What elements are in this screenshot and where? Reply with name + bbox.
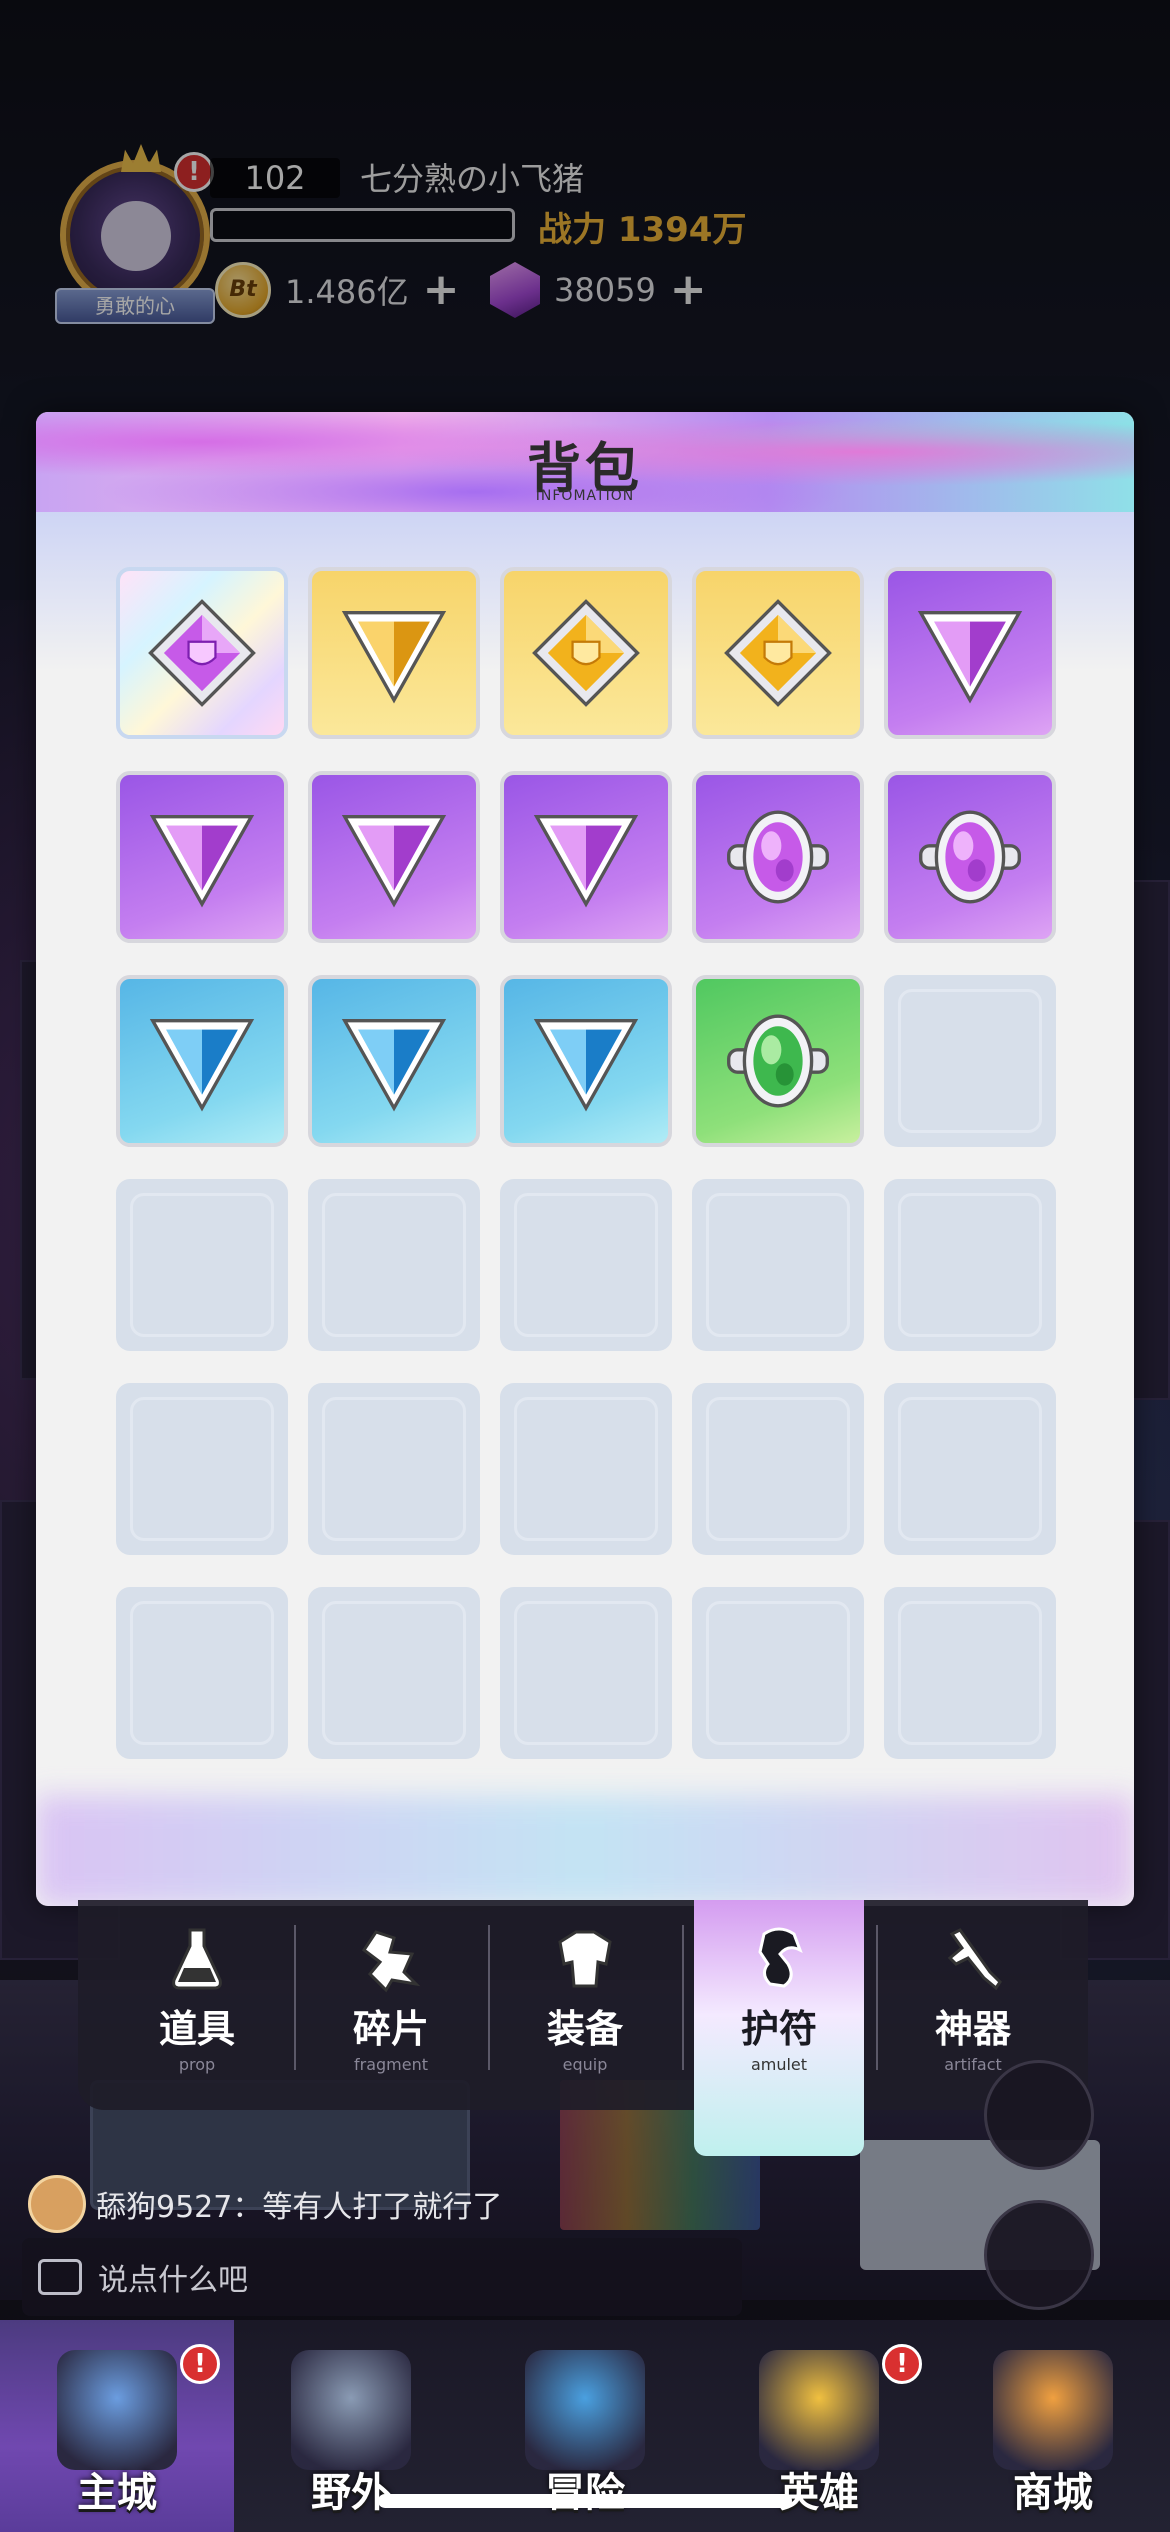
bag-slot-empty[interactable] [692,1383,864,1555]
bag-slot-empty[interactable] [500,1383,672,1555]
chat-user-avatar [28,2175,86,2233]
city-icon [57,2350,177,2470]
bag-slot-empty[interactable] [116,1383,288,1555]
bag-slot-empty[interactable] [500,1179,672,1351]
bag-slot-item[interactable] [308,975,480,1147]
tab-divider [294,1925,296,2070]
side-robot-button[interactable] [984,2060,1094,2170]
bag-footer-glow [36,1796,1134,1906]
bag-slot-item[interactable] [692,975,864,1147]
bag-slot-empty[interactable] [692,1179,864,1351]
tab-label: 装备 [546,2007,623,2051]
chat-bubble-icon [38,2259,82,2295]
bag-grid [116,567,1056,1759]
tab-artifact[interactable]: 神器 artifact [888,1900,1058,2080]
bag-subtitle: INFOMATION [535,488,635,504]
bag-slot-empty[interactable] [116,1587,288,1759]
side-ranking-button[interactable] [984,2200,1094,2310]
nav-label: 商城 [1013,2470,1093,2516]
armor-icon [550,1924,620,1994]
chat-input[interactable]: 说点什么吧 [22,2238,742,2316]
bag-slot-empty[interactable] [884,1383,1056,1555]
nav-alert-badge: ! [882,2344,922,2384]
tab-divider [682,1925,684,2070]
amulet-icon [744,1924,814,1994]
fragment-icon [356,1924,426,1994]
tab-fragment[interactable]: 碎片 fragment [306,1900,476,2080]
bag-slot-empty[interactable] [884,1587,1056,1759]
tab-equip[interactable]: 装备 equip [500,1900,670,2080]
bag-slot-item[interactable] [884,771,1056,943]
bag-slot-item[interactable] [500,771,672,943]
nav-label: 冒险 [545,2470,625,2516]
bag-slot-item[interactable] [692,567,864,739]
tab-amulet[interactable]: 护符 amulet [694,1900,864,2156]
nav-label: 英雄 [779,2470,859,2516]
bag-slot-item[interactable] [884,567,1056,739]
bag-slot-empty[interactable] [692,1587,864,1759]
nav-shop[interactable]: 商城 [936,2320,1170,2532]
bag-slot-empty[interactable] [116,1179,288,1351]
tab-label: 护符 [740,2007,817,2051]
tab-divider [876,1925,878,2070]
nav-city[interactable]: 主城! [0,2320,234,2532]
tab-sublabel: prop [178,2055,216,2074]
bag-slot-empty[interactable] [884,1179,1056,1351]
nav-alert-badge: ! [180,2344,220,2384]
bag-slot-empty[interactable] [308,1383,480,1555]
bag-panel: 背包 INFOMATION [36,412,1134,1906]
tab-sublabel: fragment [353,2055,428,2074]
nav-label: 野外 [311,2470,391,2516]
tab-label: 碎片 [352,2007,429,2051]
sword-icon [938,1924,1008,1994]
chat-message-text: 舔狗9527：等有人打了就行了 [96,2190,503,2225]
potion-icon [162,1924,232,1994]
field-castle-icon [291,2350,411,2470]
bag-slot-empty[interactable] [500,1587,672,1759]
bag-slot-empty[interactable] [884,975,1056,1147]
chat-placeholder: 说点什么吧 [98,2263,248,2298]
home-indicator [378,2494,792,2508]
bag-slot-item[interactable] [692,771,864,943]
tab-sublabel: amulet [750,2055,808,2074]
bag-slot-item[interactable] [308,771,480,943]
bag-slot-empty[interactable] [308,1587,480,1759]
bag-slot-item[interactable] [116,975,288,1147]
bag-slot-item[interactable] [500,567,672,739]
tab-sublabel: equip [562,2055,608,2074]
tab-label: 神器 [934,2007,1011,2051]
bag-slot-item[interactable] [116,771,288,943]
hero-icon [759,2350,879,2470]
tab-divider [488,1925,490,2070]
bag-slot-empty[interactable] [308,1179,480,1351]
bag-slot-item[interactable] [308,567,480,739]
bag-slot-item[interactable] [116,567,288,739]
tab-prop[interactable]: 道具 prop [112,1900,282,2080]
chat-last-message[interactable]: 舔狗9527：等有人打了就行了 [28,2174,502,2234]
bag-slot-item[interactable] [500,975,672,1147]
adventure-creature-icon [525,2350,645,2470]
tab-label: 道具 [158,2007,235,2051]
shop-icon [993,2350,1113,2470]
nav-label: 主城 [77,2470,157,2516]
